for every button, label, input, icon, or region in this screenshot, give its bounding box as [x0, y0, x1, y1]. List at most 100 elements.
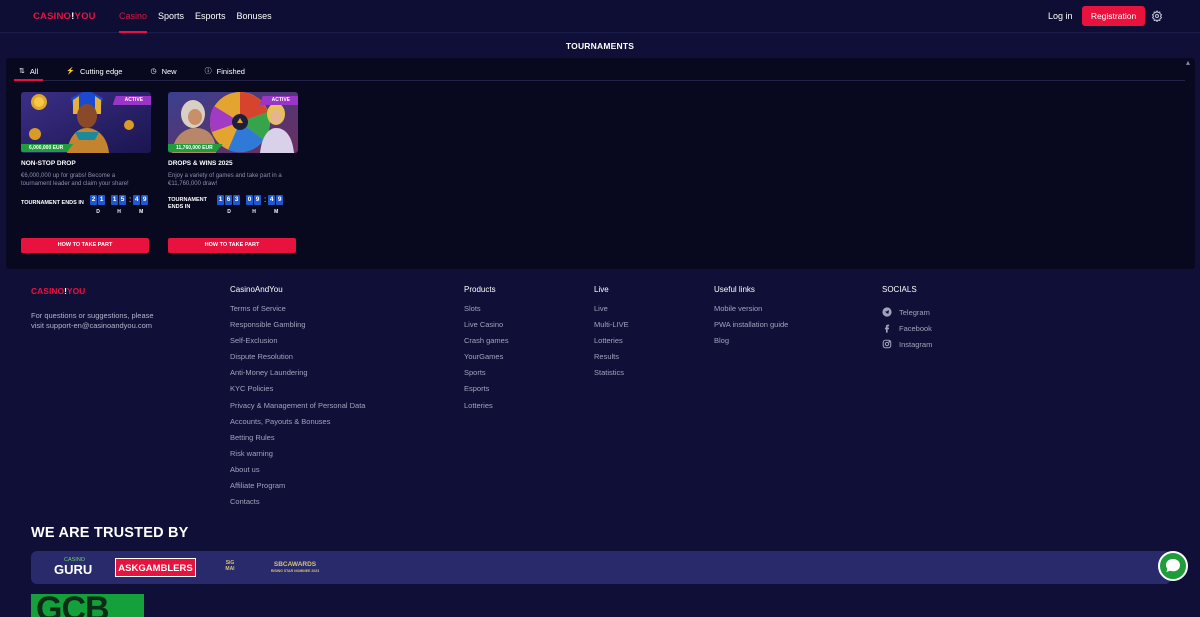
- footer-column-socials: SOCIALS Telegram Facebook Instagram: [882, 285, 932, 352]
- timer-unit-days: D: [96, 209, 100, 215]
- scroll-up-arrow-icon[interactable]: ▴: [1184, 58, 1192, 68]
- how-to-take-part-button[interactable]: HOW TO TAKE PART: [21, 238, 149, 253]
- casino-logo[interactable]: CASINO!YOU: [33, 11, 96, 22]
- tab-all[interactable]: ⇅ All: [14, 62, 44, 81]
- tournaments-panel: ▴ ⇅ All ⚡ Cutting edge ◷ New ⓘ Finished: [6, 58, 1195, 269]
- footer-link[interactable]: Multi-LIVE: [594, 320, 629, 336]
- footer-link[interactable]: KYC Policies: [230, 384, 365, 400]
- timer-digit: 0: [246, 195, 253, 205]
- nav-item-esports[interactable]: Esports: [195, 0, 226, 33]
- footer-link[interactable]: Live Casino: [464, 320, 509, 336]
- sbc-awards-logo[interactable]: SBCAWARDS RISING STAR NOMINEE 2023: [266, 557, 324, 579]
- nav-item-sports[interactable]: Sports: [158, 0, 184, 33]
- footer-link[interactable]: Lotteries: [464, 401, 509, 417]
- footer-column-title: Products: [464, 285, 496, 294]
- footer-link[interactable]: PWA installation guide: [714, 320, 788, 336]
- casino-guru-logo[interactable]: CASINO GURU: [54, 557, 92, 579]
- footer-link[interactable]: Esports: [464, 384, 509, 400]
- tab-cutting-edge[interactable]: ⚡ Cutting edge: [61, 62, 127, 80]
- tab-new[interactable]: ◷ New: [145, 62, 181, 80]
- footer-link[interactable]: Mobile version: [714, 304, 788, 320]
- main-nav: Casino Sports Esports Bonuses: [119, 0, 283, 33]
- timer-unit-days: D: [227, 209, 231, 215]
- social-link-instagram[interactable]: Instagram: [882, 336, 932, 352]
- footer-link[interactable]: Self-Exclusion: [230, 336, 365, 352]
- social-link-facebook[interactable]: Facebook: [882, 320, 932, 336]
- askgamblers-logo[interactable]: ASKGAMBLERS: [115, 558, 196, 577]
- timer-digit: 4: [268, 195, 276, 205]
- gear-icon[interactable]: [1151, 10, 1163, 22]
- timer-days: 1 6 3 D: [217, 195, 241, 215]
- gcb-license-logo[interactable]: GCB: [31, 594, 144, 617]
- sigma-awards-logo[interactable]: SiG MAI: [216, 557, 244, 579]
- page-title: TOURNAMENTS: [565, 41, 635, 51]
- timer-digit: 6: [225, 195, 232, 205]
- footer-column-products: Products Slots Live Casino Crash games Y…: [464, 285, 509, 417]
- tournament-title: NON-STOP DROP: [21, 160, 76, 167]
- trusted-by-logos-bar: CASINO GURU ASKGAMBLERS SiG MAI SBCAWARD…: [31, 551, 1171, 584]
- footer-link[interactable]: Risk warning: [230, 449, 365, 465]
- footer-link[interactable]: Terms of Service: [230, 304, 365, 320]
- lightning-icon: ⚡: [66, 68, 75, 75]
- timer-digit: 9: [141, 195, 149, 205]
- how-to-take-part-button[interactable]: HOW TO TAKE PART: [168, 238, 296, 253]
- footer-link[interactable]: Affiliate Program: [230, 481, 365, 497]
- timer-minutes: 4 9 M: [268, 195, 284, 215]
- tournament-banner-image: ACTIVE 6,000,000 EUR: [21, 92, 151, 153]
- footer-contact-text: For questions or suggestions, please vis…: [31, 311, 154, 330]
- footer-link[interactable]: Lotteries: [594, 336, 629, 352]
- footer-link[interactable]: Sports: [464, 368, 509, 384]
- footer-link[interactable]: Results: [594, 352, 629, 368]
- login-button[interactable]: Log in: [1048, 11, 1073, 21]
- tournament-ends-label: TOURNAMENT ENDS IN: [168, 197, 208, 210]
- tournament-card-drops-and-wins[interactable]: ACTIVE 11,760,000 EUR DROPS & WINS 2025 …: [168, 92, 298, 259]
- tournament-card-non-stop-drop[interactable]: ACTIVE 6,000,000 EUR NON-STOP DROP €6,00…: [21, 92, 151, 259]
- footer-link[interactable]: Betting Rules: [230, 433, 365, 449]
- timer-separator: :: [129, 195, 132, 204]
- social-link-telegram[interactable]: Telegram: [882, 304, 932, 320]
- footer-column-live: Live Live Multi-LIVE Lotteries Results S…: [594, 285, 629, 384]
- footer-column-title: Useful links: [714, 285, 755, 294]
- footer-link[interactable]: Slots: [464, 304, 509, 320]
- tab-finished[interactable]: ⓘ Finished: [200, 62, 250, 80]
- timer-digit: 4: [133, 195, 141, 205]
- sort-icon: ⇅: [19, 68, 25, 75]
- nav-item-casino[interactable]: Casino: [119, 0, 148, 33]
- status-badge: ACTIVE: [112, 96, 151, 105]
- timer-hours: 0 9 H: [246, 195, 262, 215]
- timer-digit: 2: [90, 195, 97, 205]
- prize-badge: 6,000,000 EUR: [21, 144, 74, 152]
- timer-unit-minutes: M: [139, 209, 144, 215]
- footer-link[interactable]: Statistics: [594, 368, 629, 384]
- timer-digit: 5: [119, 195, 126, 205]
- timer-unit-hours: H: [252, 209, 256, 215]
- footer-link[interactable]: Contacts: [230, 497, 365, 513]
- tournament-title: DROPS & WINS 2025: [168, 160, 233, 167]
- nav-item-bonuses[interactable]: Bonuses: [237, 0, 272, 33]
- instagram-icon: [882, 339, 892, 349]
- footer-link[interactable]: YourGames: [464, 352, 509, 368]
- footer-link[interactable]: Dispute Resolution: [230, 352, 365, 368]
- countdown-timer: 2 1 D 1 5 H : 4 9 M: [90, 195, 149, 215]
- chat-support-button[interactable]: [1158, 551, 1188, 581]
- timer-hours: 1 5 H: [111, 195, 127, 215]
- info-icon: ⓘ: [204, 68, 212, 75]
- tournament-tabs: ⇅ All ⚡ Cutting edge ◷ New ⓘ Finished: [14, 62, 1185, 81]
- footer-link[interactable]: Responsible Gambling: [230, 320, 365, 336]
- registration-button[interactable]: Registration: [1082, 6, 1145, 26]
- footer-column-title: CasinoAndYou: [230, 285, 283, 294]
- footer-link[interactable]: Blog: [714, 336, 788, 352]
- prize-badge: 11,760,000 EUR: [168, 144, 223, 152]
- footer-link[interactable]: Accounts, Payouts & Bonuses: [230, 417, 365, 433]
- footer-link[interactable]: About us: [230, 465, 365, 481]
- footer-link[interactable]: Anti-Money Laundering: [230, 368, 365, 384]
- footer-link[interactable]: Crash games: [464, 336, 509, 352]
- footer-link[interactable]: Privacy & Management of Personal Data: [230, 401, 365, 417]
- footer-column-casinoandyou: CasinoAndYou Terms of Service Responsibl…: [230, 285, 365, 513]
- footer-logo[interactable]: CASINO!YOU: [31, 286, 85, 296]
- timer-unit-hours: H: [117, 209, 121, 215]
- timer-separator: :: [264, 195, 267, 204]
- timer-digit: 9: [276, 195, 284, 205]
- footer-link[interactable]: Live: [594, 304, 629, 320]
- timer-days: 2 1 D: [90, 195, 106, 215]
